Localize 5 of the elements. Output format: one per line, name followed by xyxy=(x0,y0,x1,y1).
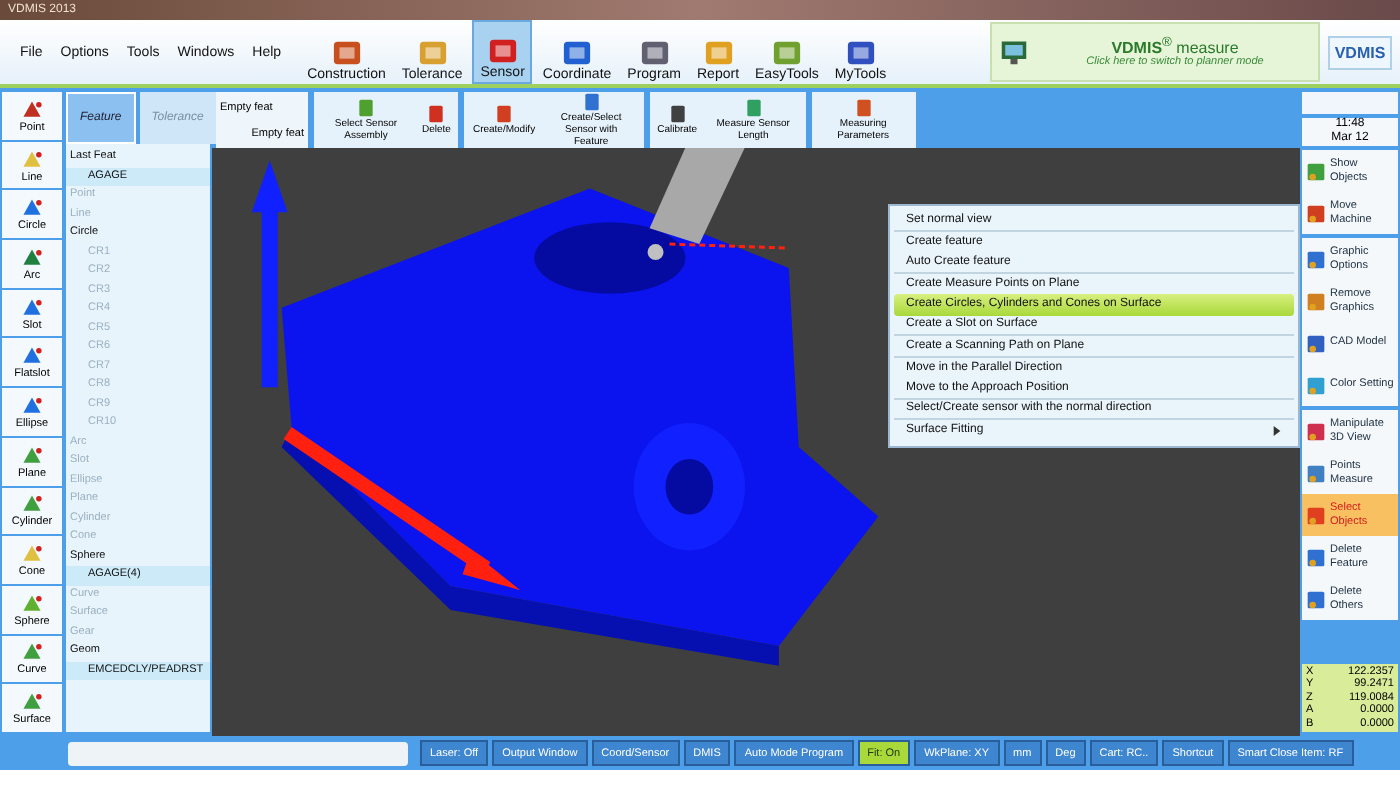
monitor-icon xyxy=(1000,38,1028,66)
command-field[interactable] xyxy=(68,741,408,765)
leader-line xyxy=(669,242,789,250)
logo: VDMIS xyxy=(1328,35,1392,69)
product-name: VDMIS$^{®}$ measure xyxy=(1111,35,1239,57)
